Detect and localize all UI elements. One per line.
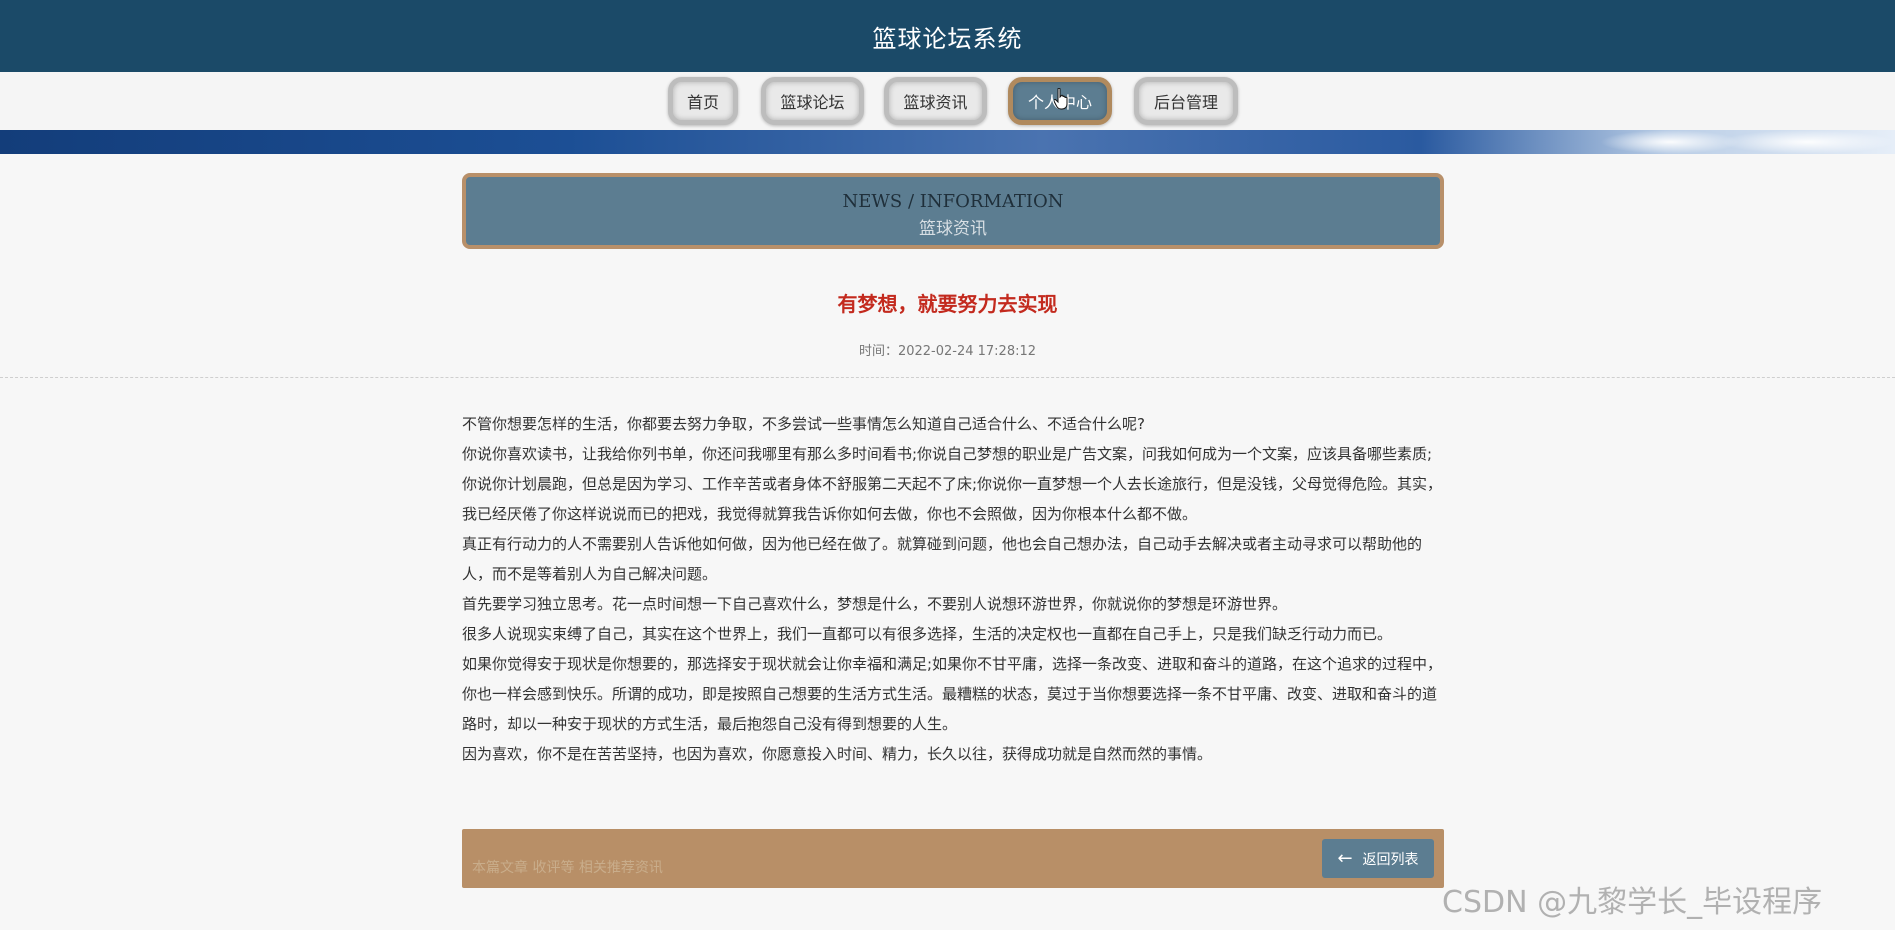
nav-item-home[interactable]: 首页 <box>668 77 738 125</box>
article-paragraph: 如果你觉得安于现状是你想要的，那选择安于现状就会让你幸福和满足;如果你不甘平庸，… <box>462 655 1443 733</box>
article-paragraph: 不管你想要怎样的生活，你都要去努力争取，不多尝试一些事情怎么知道自己适合什么、不… <box>462 415 1145 433</box>
footer-links[interactable]: 本篇文章 收评等 相关推荐资讯 <box>472 857 663 877</box>
article-paragraph: 真正有行动力的人不需要别人告诉他如何做，因为他已经在做了。就算碰到问题，他也会自… <box>462 535 1423 583</box>
article-body: 不管你想要怎样的生活，你都要去努力争取，不多尝试一些事情怎么知道自己适合什么、不… <box>462 409 1444 769</box>
arrow-left-icon: ← <box>1337 848 1353 869</box>
site-title: 篮球论坛系统 <box>872 24 1023 53</box>
back-to-list-button[interactable]: ← 返回列表 <box>1322 839 1434 878</box>
article-footer: 本篇文章 收评等 相关推荐资讯 ← 返回列表 <box>462 829 1444 888</box>
nav-item-forum[interactable]: 篮球论坛 <box>761 77 864 125</box>
article-time: 时间：2022-02-24 17:28:12 <box>858 344 1037 359</box>
article-title: 有梦想，就要努力去实现 <box>837 292 1058 316</box>
section-header: NEWS / INFORMATION 篮球资讯 <box>462 173 1444 249</box>
divider <box>0 377 1895 378</box>
hand-cursor-icon <box>1054 88 1068 110</box>
banner-cloud <box>1720 130 1895 154</box>
article-paragraph: 首先要学习独立思考。花一点时间想一下自己喜欢什么，梦想是什么，不要别人说想环游世… <box>462 595 1288 613</box>
back-button-label: 返回列表 <box>1362 851 1419 868</box>
article-paragraph: 你说你喜欢读书，让我给你列书单，你还问我哪里有那么多时间看书;你说自己梦想的职业… <box>462 445 1443 523</box>
watermark: CSDN @九黎学长_毕设程序 <box>1442 885 1823 920</box>
nav-item-admin[interactable]: 后台管理 <box>1134 77 1238 125</box>
main-nav: 首页 篮球论坛 篮球资讯 个人中心 后台管理 <box>0 72 1895 130</box>
article-paragraph: 因为喜欢，你不是在苦苦坚持，也因为喜欢，你愿意投入时间、精力，长久以往，获得成功… <box>462 745 1213 763</box>
section-title-en: NEWS / INFORMATION <box>842 191 1064 212</box>
banner-strip <box>0 130 1895 154</box>
top-header: 篮球论坛系统 <box>0 0 1895 72</box>
banner-cloud <box>1600 130 1740 154</box>
nav-item-news[interactable]: 篮球资讯 <box>884 77 987 125</box>
article-paragraph: 很多人说现实束缚了自己，其实在这个世界上，我们一直都可以有很多选择，生活的决定权… <box>462 625 1393 643</box>
section-title-cn: 篮球资讯 <box>919 219 987 239</box>
